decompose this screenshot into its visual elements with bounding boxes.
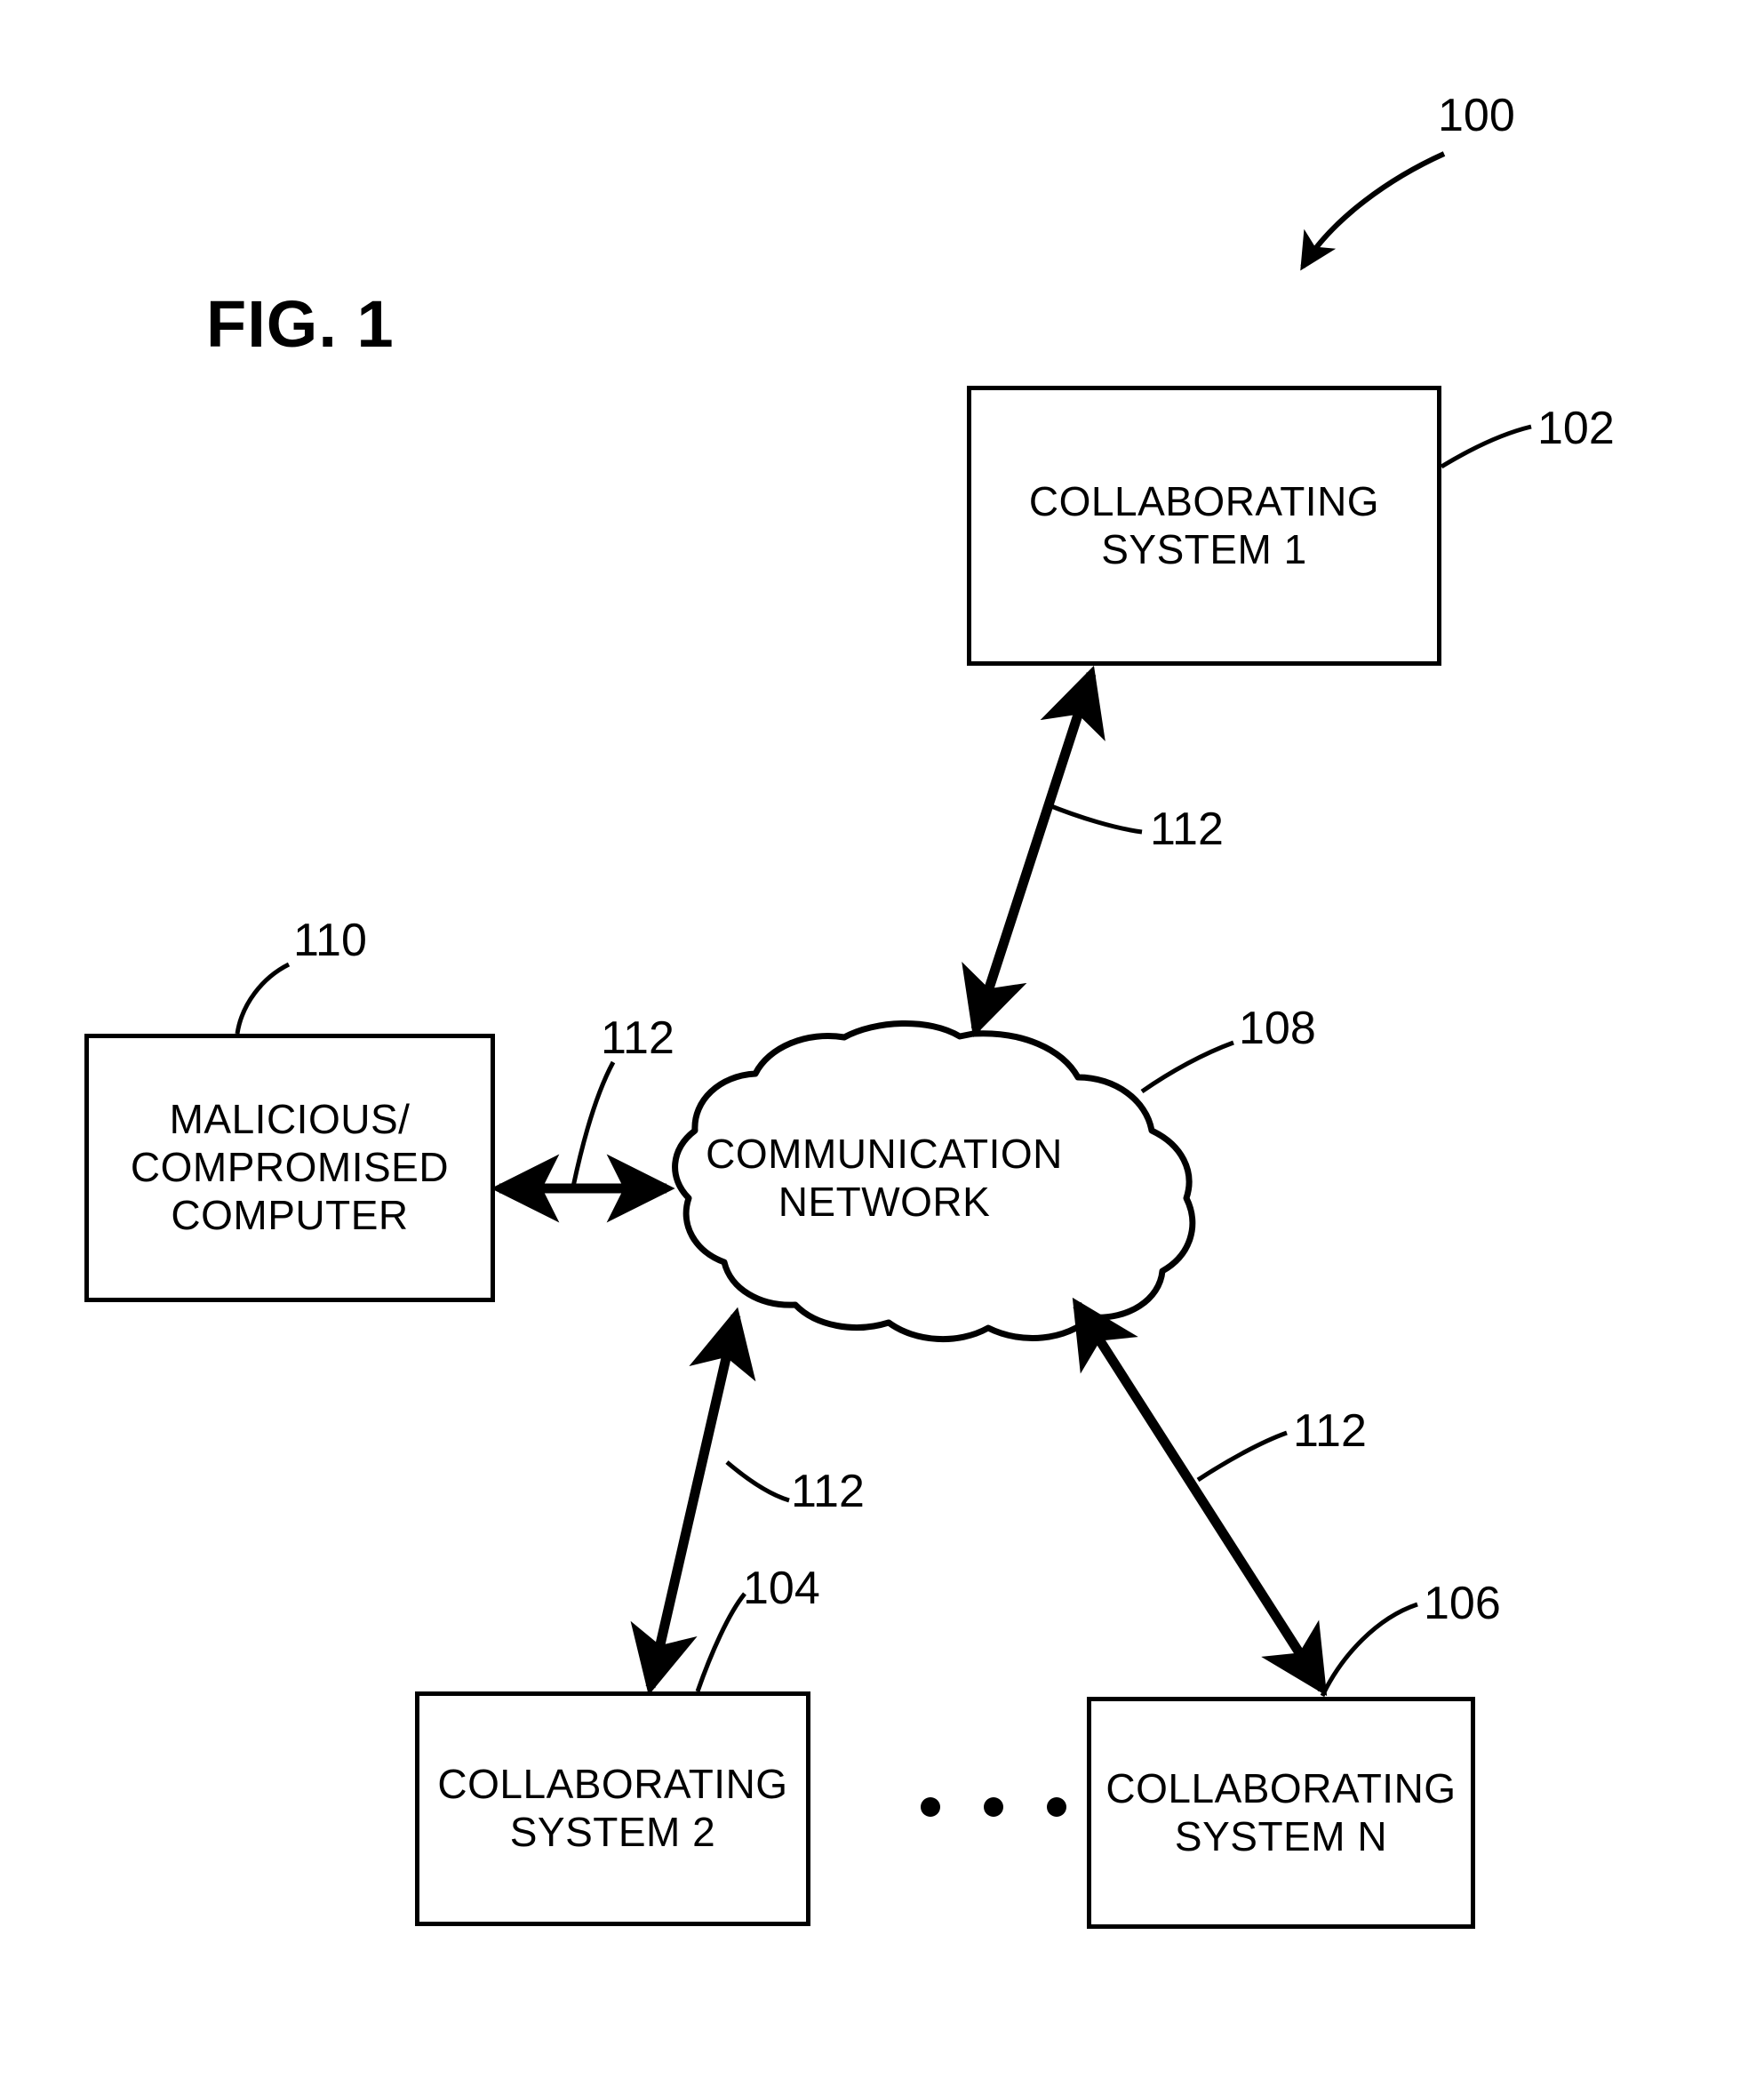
node-malicious-compromised-computer-label: MALICIOUS/ COMPROMISED COMPUTER (130, 1096, 450, 1238)
reference-number-112-system2: 112 (791, 1466, 865, 1517)
communication-network-label: COMMUNICATION NETWORK (706, 1131, 1063, 1225)
leader-line-104 (695, 1592, 746, 1692)
leader-line-110 (235, 962, 291, 1035)
node-collaborating-system-n[interactable]: COLLABORATING SYSTEM N (1087, 1697, 1475, 1929)
node-malicious-compromised-computer[interactable]: MALICIOUS/ COMPROMISED COMPUTER (84, 1034, 495, 1302)
ellipsis-dot (921, 1797, 940, 1817)
patent-figure: FIG. 1 100 COLLABORATING SYSTEM 1 102 MA… (0, 0, 1764, 2079)
ellipsis-dot (1047, 1797, 1066, 1817)
reference-number-112-systemn: 112 (1293, 1405, 1367, 1457)
leader-line-100 (1300, 151, 1446, 271)
reference-number-100: 100 (1438, 90, 1515, 141)
node-collaborating-system-1-label: COLLABORATING SYSTEM 1 (1028, 477, 1380, 572)
node-collaborating-system-2-label: COLLABORATING SYSTEM 2 (437, 1761, 788, 1855)
reference-number-110: 110 (293, 915, 367, 966)
arrow-network-to-systemn (1072, 1297, 1328, 1697)
ellipsis-dot (984, 1797, 1003, 1817)
node-collaborating-system-n-label: COLLABORATING SYSTEM N (1105, 1764, 1457, 1859)
leader-line-112-system2 (725, 1460, 790, 1503)
leader-line-102 (1440, 424, 1532, 469)
node-collaborating-system-1[interactable]: COLLABORATING SYSTEM 1 (967, 386, 1441, 666)
reference-number-112-system1: 112 (1150, 804, 1224, 855)
reference-number-112-malicious: 112 (601, 1012, 674, 1064)
figure-title: FIG. 1 (206, 287, 395, 361)
reference-number-108: 108 (1239, 1003, 1316, 1054)
arrow-network-to-system1 (962, 665, 1105, 1038)
leader-line-106 (1320, 1602, 1418, 1698)
reference-number-106: 106 (1424, 1578, 1501, 1629)
reference-number-104: 104 (743, 1563, 820, 1614)
node-collaborating-system-2[interactable]: COLLABORATING SYSTEM 2 (415, 1691, 810, 1926)
leader-line-108 (1140, 1040, 1234, 1094)
leader-line-112-malicious (571, 1060, 616, 1187)
reference-number-102: 102 (1537, 403, 1615, 454)
leader-line-112-system1 (1046, 802, 1143, 835)
leader-line-112-systemn (1196, 1430, 1288, 1483)
